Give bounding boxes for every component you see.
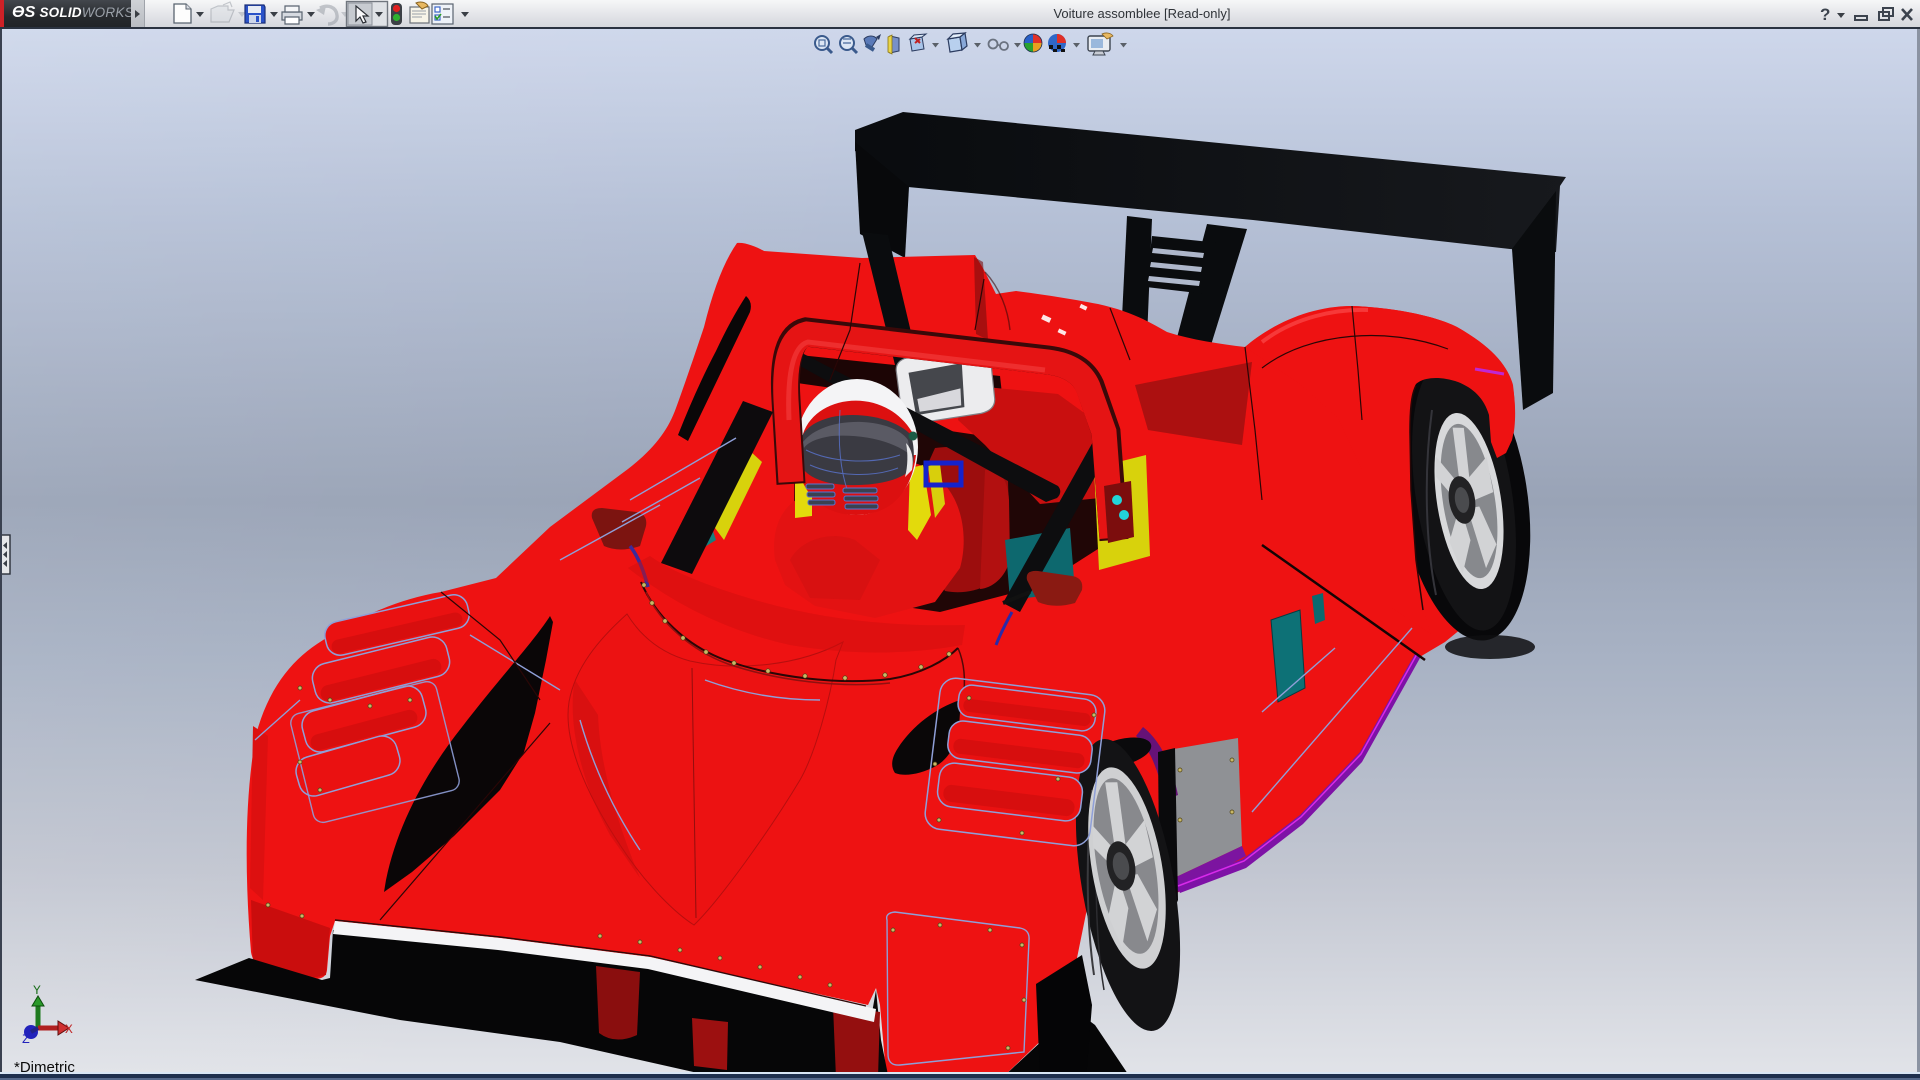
- svg-text:Z: Z: [22, 1032, 30, 1047]
- svg-text:?: ?: [1820, 5, 1830, 24]
- svg-text:Y: Y: [33, 983, 41, 998]
- svg-text:X: X: [65, 1022, 73, 1037]
